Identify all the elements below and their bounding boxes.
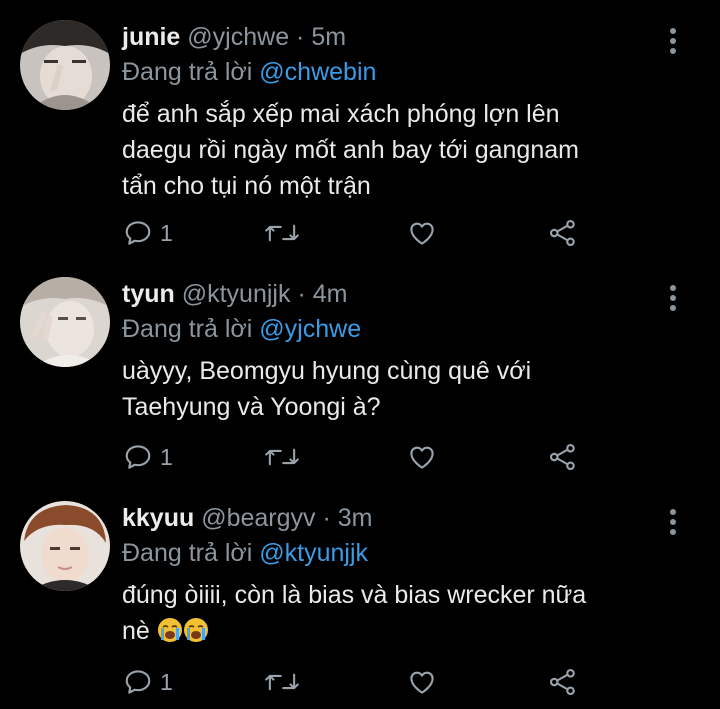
reply-button[interactable]: 1 [123,213,173,253]
display-name[interactable]: tyun [122,280,175,308]
retweet-icon [265,673,299,691]
like-button[interactable] [407,213,437,253]
reply-icon [125,445,151,469]
like-button[interactable] [407,662,437,702]
user-handle[interactable]: @yjchwe [187,23,289,51]
user-handle[interactable]: @ktyunjjk [182,280,291,308]
reply-count: 1 [160,443,173,470]
share-button[interactable] [548,662,578,702]
more-vertical-icon[interactable] [663,283,683,313]
share-icon [549,219,575,247]
replying-to: Đang trả lời @chwebin [122,57,376,87]
heart-icon [410,671,434,694]
reply-icon [125,221,151,245]
retweet-button[interactable] [265,437,299,477]
display-name[interactable]: junie [122,23,180,51]
avatar[interactable] [20,501,110,591]
timestamp[interactable]: 3m [338,504,373,532]
share-button[interactable] [548,213,578,253]
replying-to: Đang trả lời @yjchwe [122,314,361,344]
tweet-junie[interactable]: junie @yjchwe · 5m Đang trả lời @chwebin… [0,0,720,255]
retweet-icon [265,224,299,242]
separator: · [322,504,331,532]
share-button[interactable] [548,437,578,477]
more-vertical-icon[interactable] [663,507,683,537]
action-bar: 1 [0,662,720,702]
emoji-group [157,617,209,645]
loudly-crying-face-icon [183,618,208,642]
separator: · [297,280,306,308]
user-handle[interactable]: @beargyv [201,504,315,532]
action-bar: 1 [0,213,720,253]
display-name[interactable]: kkyuu [122,504,194,532]
tweet-text: đúng òiiii, còn là bias và bias wrecker … [122,577,692,649]
tweet-text: để anh sắp xếp mai xách phóng lợn lên da… [122,100,579,200]
heart-icon [410,222,434,245]
avatar[interactable] [20,20,110,110]
reply-prefix: Đang trả lời [122,539,253,567]
mention-link[interactable]: @chwebin [259,58,376,86]
separator: · [296,23,305,51]
tweet-kkyuu[interactable]: kkyuu @beargyv · 3m Đang trả lời @ktyunj… [0,481,720,709]
tweet-text: uàyyy, Beomgyu hyung cùng quê với Taehyu… [122,357,532,421]
reply-prefix: Đang trả lời [122,315,253,343]
tweet-tyun[interactable]: tyun @ktyunjjk · 4m Đang trả lời @yjchwe… [0,257,720,480]
retweet-icon [265,448,299,466]
retweet-button[interactable] [265,662,299,702]
mention-link[interactable]: @yjchwe [259,315,361,343]
retweet-button[interactable] [265,213,299,253]
tweet-header: kkyuu @beargyv · 3m [122,503,373,533]
action-bar: 1 [0,437,720,477]
tweet-header: tyun @ktyunjjk · 4m [122,279,347,309]
reply-prefix: Đang trả lời [122,58,253,86]
more-vertical-icon[interactable] [663,26,683,56]
reply-icon [125,670,151,694]
timestamp[interactable]: 5m [311,23,346,51]
reply-button[interactable]: 1 [123,437,173,477]
mention-link[interactable]: @ktyunjjk [259,539,368,567]
tweet-header: junie @yjchwe · 5m [122,22,346,52]
heart-icon [410,446,434,469]
reply-count: 1 [160,219,173,246]
tweet-feed: junie @yjchwe · 5m Đang trả lời @chwebin… [0,0,720,709]
reply-count: 1 [160,668,173,695]
share-icon [549,443,575,471]
loudly-crying-face-icon [157,618,182,642]
avatar[interactable] [20,277,110,367]
like-button[interactable] [407,437,437,477]
share-icon [549,668,575,696]
replying-to: Đang trả lời @ktyunjjk [122,538,368,568]
reply-button[interactable]: 1 [123,662,173,702]
timestamp[interactable]: 4m [313,280,348,308]
